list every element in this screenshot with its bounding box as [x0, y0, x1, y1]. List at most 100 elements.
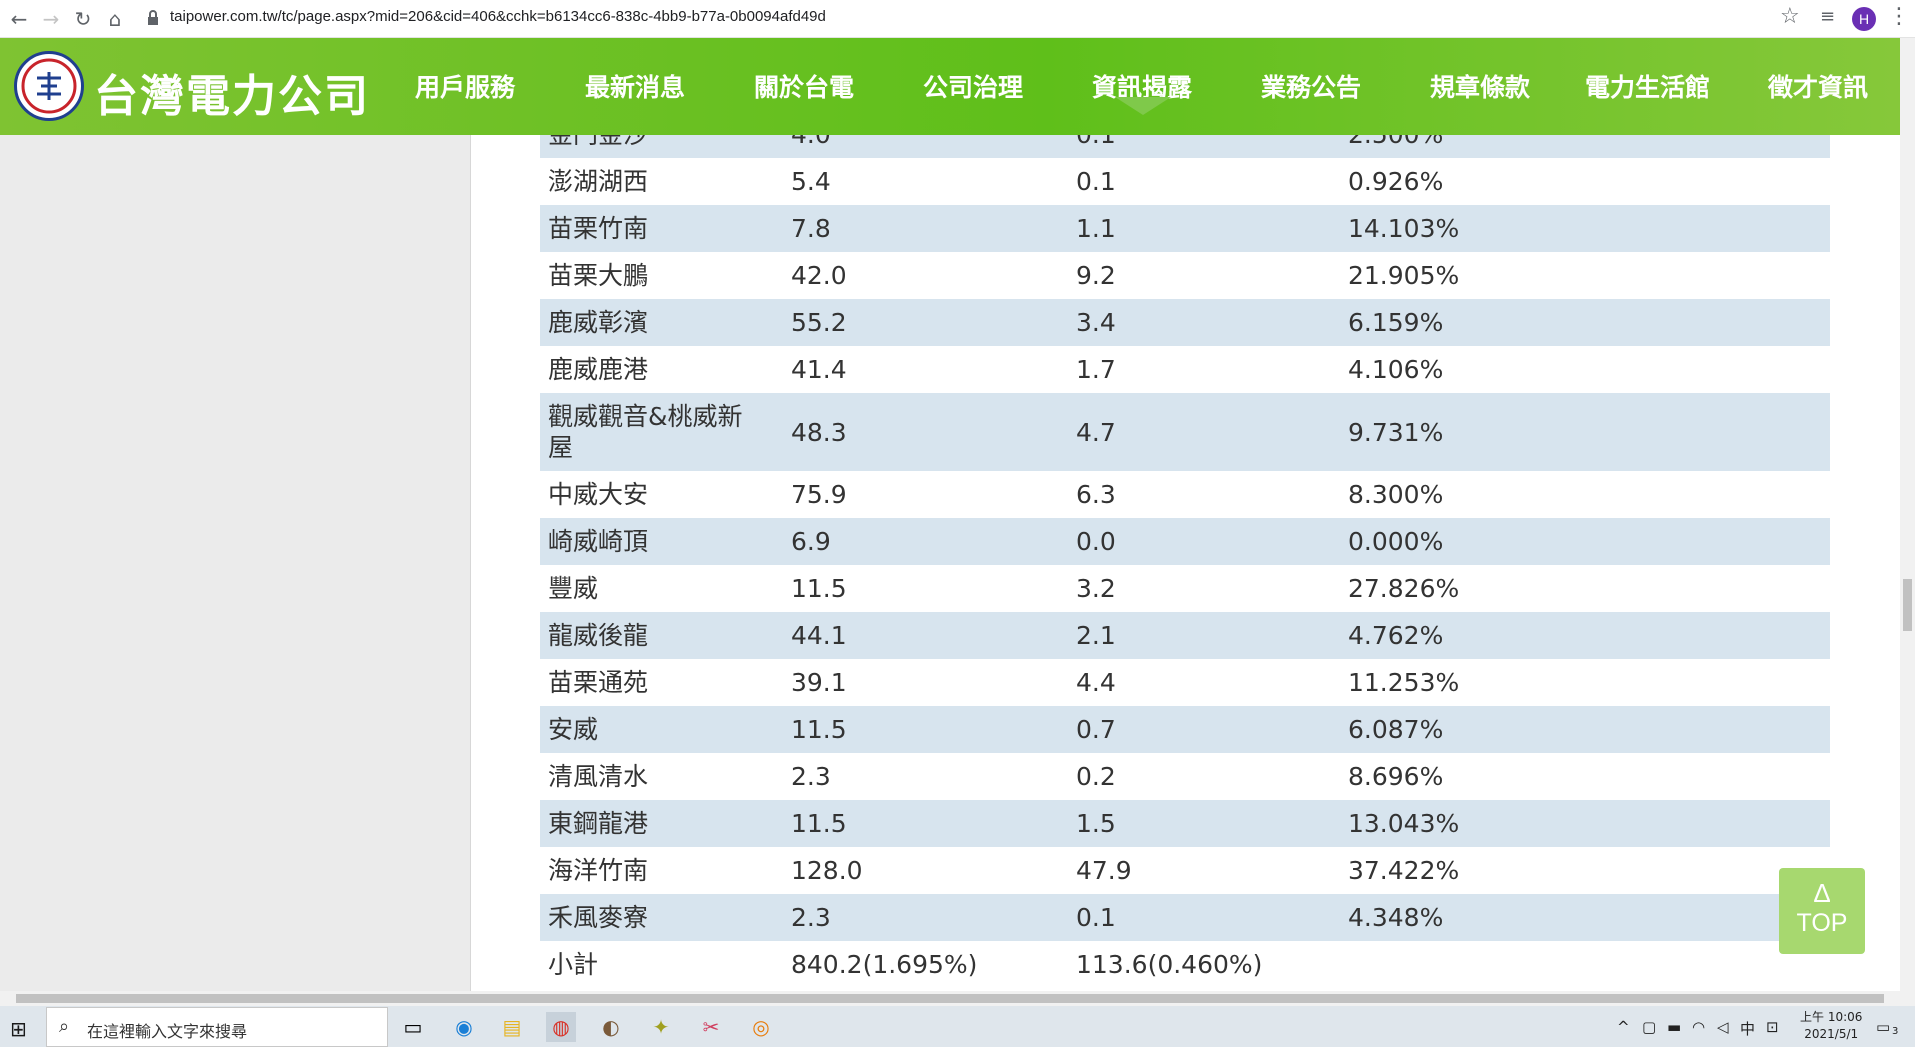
table-row: 豐威 11.5 3.2 27.826% — [540, 565, 1830, 612]
table-cell: 金門金沙 — [548, 135, 763, 158]
horizontal-scrollbar[interactable] — [0, 991, 1915, 1006]
table-cell: 0.1 — [1076, 903, 1116, 932]
site-logo-text[interactable]: 台灣電力公司 — [94, 60, 370, 124]
app-icon-compass[interactable]: ◐ — [596, 1012, 626, 1042]
table-cell: 4.106% — [1348, 355, 1444, 384]
left-sidebar — [0, 135, 471, 991]
table-cell: 4.348% — [1348, 903, 1444, 932]
table-cell: 1.5 — [1076, 809, 1116, 838]
table-cell: 崎威崎頂 — [548, 527, 649, 556]
menu-item-announcements[interactable]: 業務公告 — [1261, 68, 1361, 104]
table-cell: 37.422% — [1348, 856, 1460, 885]
table-cell: 觀威觀音&桃威新屋 — [548, 402, 743, 462]
browser-menu-icon[interactable]: ⋮ — [1888, 4, 1910, 29]
menu-item-power-life[interactable]: 電力生活館 — [1585, 68, 1710, 104]
table-cell: 0.7 — [1076, 715, 1116, 744]
table-cell: 1.7 — [1076, 355, 1116, 384]
table-row-subtotal: 小計 840.2(1.695%) 113.6(0.460%) — [540, 941, 1830, 988]
chrome-icon[interactable]: ◍ — [546, 1012, 576, 1042]
menu-item-regulations[interactable]: 規章條款 — [1430, 68, 1530, 104]
task-view-icon[interactable]: ▭ — [398, 1012, 428, 1042]
table-cell: 11.5 — [791, 809, 847, 838]
tray-wifi-icon[interactable]: ◠ — [1692, 1018, 1705, 1036]
search-icon: ⌕ — [59, 1016, 70, 1037]
reload-icon[interactable]: ↻ — [70, 6, 96, 32]
table-cell: 13.043% — [1348, 809, 1460, 838]
file-explorer-icon[interactable]: ▤ — [497, 1012, 527, 1042]
notification-count: 3 — [1892, 1026, 1899, 1037]
table-cell: 3.2 — [1076, 574, 1116, 603]
table-cell: 55.2 — [791, 308, 847, 337]
table-row: 苗栗大鵬 42.0 9.2 21.905% — [540, 252, 1830, 299]
taskbar-search-input[interactable]: ⌕ 在這裡輸入文字來搜尋 — [46, 1007, 388, 1047]
table-cell: 海洋竹南 — [548, 856, 649, 885]
clock-time: 上午 10:06 — [1800, 1010, 1863, 1024]
table-cell: 9.731% — [1348, 417, 1444, 447]
up-arrow-icon: Δ — [1813, 878, 1831, 908]
back-to-top-button[interactable]: Δ TOP — [1779, 868, 1865, 954]
table-cell: 3.4 — [1076, 308, 1116, 337]
table-row: 金門金沙 4.0 0.1 2.500% — [540, 135, 1830, 158]
table-cell: 75.9 — [791, 480, 847, 509]
table-cell: 0.1 — [1076, 135, 1116, 158]
table-cell: 41.4 — [791, 355, 847, 384]
table-cell: 4.7 — [1076, 417, 1116, 447]
table-cell: 0.1 — [1076, 167, 1116, 196]
bookmark-star-icon[interactable]: ☆ — [1780, 4, 1800, 29]
menu-item-user-services[interactable]: 用戶服務 — [415, 68, 515, 104]
table-cell: 0.926% — [1348, 167, 1444, 196]
table-row: 崎威崎頂 6.9 0.0 0.000% — [540, 518, 1830, 565]
table-cell: 2.3 — [791, 762, 831, 791]
table-cell: 11.5 — [791, 715, 847, 744]
menu-item-governance[interactable]: 公司治理 — [923, 68, 1023, 104]
ime-indicator[interactable]: 中 — [1740, 1018, 1755, 1039]
table-row: 龍威後龍 44.1 2.1 4.762% — [540, 612, 1830, 659]
table-row: 清風清水 2.3 0.2 8.696% — [540, 753, 1830, 800]
lock-icon — [148, 10, 158, 25]
table-cell: 7.8 — [791, 214, 831, 243]
table-cell: 安威 — [548, 715, 599, 744]
menu-item-about[interactable]: 關於台電 — [754, 68, 854, 104]
menu-item-news[interactable]: 最新消息 — [585, 68, 685, 104]
notification-center-icon[interactable]: ▭ — [1876, 1018, 1890, 1036]
table-cell: 39.1 — [791, 668, 847, 697]
table-cell: 龍威後龍 — [548, 621, 649, 650]
reading-list-icon[interactable]: ≡ — [1820, 6, 1835, 27]
table-cell: 苗栗竹南 — [548, 214, 649, 243]
vertical-scroll-thumb[interactable] — [1903, 579, 1912, 631]
table-row: 鹿威彰濱 55.2 3.4 6.159% — [540, 299, 1830, 346]
taskbar-clock[interactable]: 上午 10:06 2021/5/1 — [1800, 1009, 1862, 1043]
table-cell: 清風清水 — [548, 762, 649, 791]
home-icon[interactable]: ⌂ — [102, 6, 128, 32]
app-icon-bird[interactable]: ✦ — [646, 1012, 676, 1042]
table-cell: 5.4 — [791, 167, 831, 196]
vertical-scrollbar[interactable] — [1900, 38, 1915, 991]
table-cell: 0.2 — [1076, 762, 1116, 791]
clock-date: 2021/5/1 — [1804, 1027, 1859, 1041]
menu-item-careers[interactable]: 徵才資訊 — [1768, 68, 1868, 104]
table-cell: 113.6(0.460%) — [1076, 950, 1263, 979]
table-cell: 0.000% — [1348, 527, 1444, 556]
edge-browser-icon[interactable]: ◉ — [449, 1012, 479, 1042]
table-cell: 中威大安 — [548, 480, 649, 509]
table-row: 觀威觀音&桃威新屋 48.3 4.7 9.731% — [540, 393, 1830, 471]
tray-volume-icon[interactable]: ◁ — [1717, 1018, 1729, 1036]
back-icon[interactable]: ← — [6, 6, 32, 32]
profile-avatar[interactable]: H — [1852, 7, 1876, 31]
table-cell: 8.696% — [1348, 762, 1444, 791]
address-bar[interactable]: taipower.com.tw/tc/page.aspx?mid=206&cid… — [170, 8, 826, 25]
tray-network-device-icon[interactable]: ▢ — [1642, 1018, 1656, 1036]
tray-chevron-icon[interactable]: ^ — [1617, 1018, 1630, 1036]
forward-icon[interactable]: → — [38, 6, 64, 32]
table-row: 安威 11.5 0.7 6.087% — [540, 706, 1830, 753]
table-cell: 21.905% — [1348, 261, 1460, 290]
tray-battery-icon[interactable]: ▬ — [1667, 1018, 1681, 1036]
windows-start-icon[interactable]: ⊞ — [10, 1017, 27, 1041]
app-icon-snip[interactable]: ✂ — [696, 1012, 726, 1042]
blender-icon[interactable]: ◎ — [746, 1012, 776, 1042]
table-cell: 2.1 — [1076, 621, 1116, 650]
taipower-logo-icon[interactable] — [14, 51, 84, 121]
horizontal-scroll-thumb[interactable] — [16, 994, 1884, 1003]
table-cell: 6.9 — [791, 527, 831, 556]
tray-input-icon[interactable]: ⊡ — [1766, 1018, 1779, 1036]
